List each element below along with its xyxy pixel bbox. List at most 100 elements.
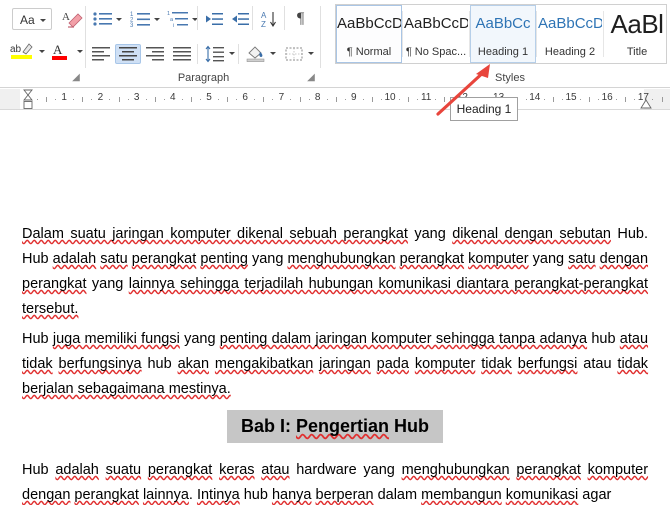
style-preview-text: AaBbCc xyxy=(475,15,531,32)
misspelled-run: hanya xyxy=(271,487,312,503)
font-color-button[interactable]: A xyxy=(48,40,83,64)
styles-gallery[interactable]: AaBbCcDc ¶ Normal AaBbCcDc ¶ No Spac... … xyxy=(335,4,667,64)
sort-button[interactable]: A Z xyxy=(258,8,280,30)
ruler-tick xyxy=(399,99,401,100)
justify-button[interactable] xyxy=(169,44,195,64)
misspelled-run: suatu xyxy=(105,462,142,478)
paragraph-3[interactable]: Hub adalah suatu perangkat keras atau ha… xyxy=(22,458,648,505)
svg-text:A: A xyxy=(62,11,70,23)
ruler-number: 9 xyxy=(351,92,357,103)
document-page[interactable]: Dalam suatu jaringan komputer dikenal se… xyxy=(0,110,670,505)
misspelled-run: Pengertian xyxy=(295,416,390,436)
misspelled-run: penting dalam jaringan komputer sehingga… xyxy=(219,331,588,347)
chevron-down-icon[interactable] xyxy=(308,52,314,55)
ruler-tick xyxy=(290,99,292,100)
paragraph-dialog-launcher[interactable]: ◢ xyxy=(305,72,317,84)
style-name-label: Heading 1 xyxy=(477,46,529,58)
misspelled-run: perangkat xyxy=(74,487,139,503)
ruler-tick xyxy=(380,99,382,100)
decrease-indent-button[interactable] xyxy=(202,8,224,30)
chevron-down-icon[interactable] xyxy=(116,18,122,21)
ribbon-group-font: Aa A ab A ◢ xyxy=(0,0,86,88)
heading-line[interactable]: Bab I: Pengertian Hub xyxy=(22,410,648,443)
paragraph-group-label: Paragraph xyxy=(177,72,230,84)
change-case-button[interactable]: Aa xyxy=(12,8,52,30)
horizontal-ruler[interactable]: 1234567891011121314151617 xyxy=(0,89,670,110)
ruler-tick xyxy=(362,99,364,100)
chevron-down-icon[interactable] xyxy=(77,50,83,53)
increase-indent-button[interactable] xyxy=(228,8,250,30)
align-center-button[interactable] xyxy=(115,44,141,64)
ruler-tick xyxy=(444,97,446,102)
style-tile-normal[interactable]: AaBbCcDc ¶ Normal xyxy=(336,5,402,63)
svg-text:3: 3 xyxy=(130,23,134,29)
line-spacing-icon xyxy=(205,45,224,63)
ruler-tick xyxy=(263,97,265,102)
heading-1-text-selected[interactable]: Bab I: Pengertian Hub xyxy=(226,410,444,443)
multilevel-list-button[interactable]: 1 a i xyxy=(166,8,190,30)
ruler-tick xyxy=(661,97,663,102)
misspelled-run: perangkat xyxy=(399,251,465,267)
text-run: Hub xyxy=(22,331,53,347)
numbering-icon: 1 2 3 xyxy=(130,12,150,29)
ruler-number: 2 xyxy=(97,92,104,103)
bullets-button[interactable] xyxy=(90,8,114,30)
ruler-number: 6 xyxy=(242,92,248,103)
chevron-down-icon[interactable] xyxy=(154,18,160,21)
ruler-number: 8 xyxy=(314,92,321,103)
ruler-tick xyxy=(118,97,120,102)
text-run: agar xyxy=(578,487,612,503)
left-indent-marker[interactable] xyxy=(22,89,34,110)
align-left-button[interactable] xyxy=(88,44,114,64)
misspelled-run: tidak xyxy=(22,356,53,372)
ruler-tick xyxy=(371,97,373,102)
chevron-down-icon[interactable] xyxy=(229,52,235,55)
sort-icon: A Z xyxy=(261,11,276,29)
ruler-number: 10 xyxy=(384,92,396,103)
ruler-tick xyxy=(525,99,527,100)
show-formatting-marks-button[interactable]: ¶ xyxy=(290,8,312,30)
chevron-down-icon[interactable] xyxy=(270,52,276,55)
misspelled-run: perangkat xyxy=(516,462,581,478)
style-tile-heading-1[interactable]: AaBbCc Heading 1 xyxy=(470,5,536,63)
ruler-tick xyxy=(408,97,410,102)
ruler-text-area xyxy=(20,89,644,109)
toolbar-divider xyxy=(284,6,285,30)
ruler-tick xyxy=(272,99,274,100)
right-indent-marker[interactable] xyxy=(640,99,652,109)
misspelled-run: Intinya xyxy=(196,487,240,503)
paragraph-2[interactable]: Hub juga memiliki fungsi yang penting da… xyxy=(22,327,648,402)
text-run: yang xyxy=(528,251,569,267)
group-separator xyxy=(320,6,321,68)
text-run: yang xyxy=(407,226,453,242)
text-highlight-color-button[interactable]: ab xyxy=(8,40,45,64)
text-run: yang xyxy=(179,331,220,347)
style-tile-heading-2[interactable]: AaBbCcD Heading 2 xyxy=(537,5,603,63)
style-tile-title[interactable]: AaBl Title xyxy=(604,5,670,63)
style-preview-text: AaBbCcDc xyxy=(404,15,468,32)
clear-formatting-icon: A xyxy=(62,11,83,28)
chevron-down-icon[interactable] xyxy=(39,50,45,53)
ruler-tick xyxy=(344,99,346,100)
ruler-tick xyxy=(543,99,545,100)
ruler-tick xyxy=(580,99,582,100)
misspelled-run: berperan xyxy=(315,487,374,503)
style-tile-no-spacing[interactable]: AaBbCcDc ¶ No Spac... xyxy=(403,5,469,63)
shading-button[interactable] xyxy=(243,44,267,64)
ruler-tick xyxy=(127,99,129,100)
document-canvas[interactable]: Dalam suatu jaringan komputer dikenal se… xyxy=(0,110,670,505)
align-right-button[interactable] xyxy=(142,44,168,64)
misspelled-run: penting xyxy=(200,251,248,267)
line-spacing-button[interactable] xyxy=(202,44,226,64)
text-run: Hub xyxy=(22,462,56,478)
ruler-number: 7 xyxy=(278,92,285,103)
borders-icon xyxy=(285,47,303,61)
ruler-tick xyxy=(435,99,437,100)
borders-button[interactable] xyxy=(281,44,305,64)
font-dialog-launcher[interactable]: ◢ xyxy=(70,72,82,84)
svg-text:i: i xyxy=(173,23,174,29)
clear-all-formatting-button[interactable]: A xyxy=(58,8,86,30)
paragraph-1[interactable]: Dalam suatu jaringan komputer dikenal se… xyxy=(22,222,648,322)
numbering-button[interactable]: 1 2 3 xyxy=(128,8,152,30)
ruler-tick xyxy=(616,99,618,100)
